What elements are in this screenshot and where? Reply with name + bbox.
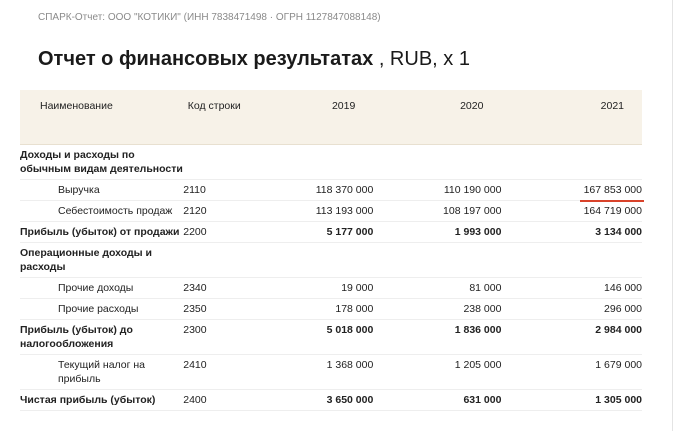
table-row-revenue: Выручка 2110 118 370 000 110 190 000 167… bbox=[20, 179, 645, 202]
row-code: 2400 bbox=[183, 389, 246, 411]
row-code bbox=[183, 144, 246, 180]
table-row-other-expenses: Прочие расходы 2350 178 000 238 000 296 … bbox=[20, 298, 642, 320]
report-title: Отчет о финансовых результатах , RUB, x … bbox=[38, 48, 470, 71]
row-2020: 81 000 bbox=[373, 277, 502, 299]
row-2019: 3 650 000 bbox=[245, 389, 374, 411]
column-header-2019: 2019 bbox=[245, 90, 374, 145]
row-code: 2110 bbox=[183, 179, 246, 201]
row-code: 2340 bbox=[183, 277, 246, 299]
row-code: 2350 bbox=[183, 298, 246, 320]
financial-results-table: Наименование Код строки 2019 2020 2021 Д… bbox=[20, 90, 645, 411]
report-page: СПАРК-Отчет: ООО "КОТИКИ" (ИНН 783847149… bbox=[0, 0, 673, 431]
row-2021: 3 134 000 bbox=[501, 221, 642, 243]
column-header-2021: 2021 bbox=[501, 90, 642, 145]
table-row-net-profit: Чистая прибыль (убыток) 2400 3 650 000 6… bbox=[20, 389, 642, 411]
row-2019: 1 368 000 bbox=[245, 354, 374, 390]
column-header-name: Наименование bbox=[20, 90, 184, 145]
row-2021: 146 000 bbox=[501, 277, 642, 299]
column-header-code: Код строки bbox=[183, 90, 246, 145]
row-2020: 110 190 000 bbox=[373, 179, 502, 201]
row-2021 bbox=[501, 242, 642, 278]
table-row-current-tax: Текущий налог на прибыль 2410 1 368 000 … bbox=[20, 354, 642, 390]
row-2020: 631 000 bbox=[373, 389, 502, 411]
row-code bbox=[183, 242, 246, 278]
table-row-operating-items: Операционные доходы и расходы bbox=[20, 242, 642, 278]
row-2021: 1 679 000 bbox=[501, 354, 642, 390]
row-2021: 1 305 000 bbox=[501, 389, 642, 411]
row-2019: 113 193 000 bbox=[245, 200, 374, 222]
row-name: Текущий налог на прибыль bbox=[20, 354, 184, 390]
report-title-suffix: , RUB, x 1 bbox=[373, 48, 470, 70]
row-name: Выручка bbox=[20, 179, 184, 201]
column-header-2020: 2020 bbox=[373, 90, 502, 145]
table-row-cost-of-sales: Себестоимость продаж 2120 113 193 000 10… bbox=[20, 200, 642, 222]
row-2021: 296 000 bbox=[501, 298, 642, 320]
highlighted-revenue-2021: 167 853 000 bbox=[579, 184, 645, 202]
report-breadcrumb: СПАРК-Отчет: ООО "КОТИКИ" (ИНН 783847149… bbox=[38, 12, 381, 23]
row-2021: 167 853 000 bbox=[501, 179, 645, 202]
row-2020: 1 205 000 bbox=[373, 354, 502, 390]
row-2020 bbox=[373, 144, 502, 180]
row-code: 2410 bbox=[183, 354, 246, 390]
table-row-profit-before-tax: Прибыль (убыток) до налогообложения 2300… bbox=[20, 319, 642, 355]
table-header-row: Наименование Код строки 2019 2020 2021 bbox=[20, 90, 642, 145]
row-code: 2300 bbox=[183, 319, 246, 355]
row-name: Себестоимость продаж bbox=[20, 200, 184, 222]
row-2021: 2 984 000 bbox=[501, 319, 642, 355]
row-name: Прибыль (убыток) до налогообложения bbox=[20, 319, 184, 355]
row-2019: 5 177 000 bbox=[245, 221, 374, 243]
row-name: Прочие доходы bbox=[20, 277, 184, 299]
row-name: Операционные доходы и расходы bbox=[20, 242, 184, 278]
row-name: Прибыль (убыток) от продажи bbox=[20, 221, 184, 243]
row-2020: 1 836 000 bbox=[373, 319, 502, 355]
row-2019: 5 018 000 bbox=[245, 319, 374, 355]
row-name: Доходы и расходы по обычным видам деятел… bbox=[20, 144, 184, 180]
row-2020: 238 000 bbox=[373, 298, 502, 320]
table-row-ordinary-activities: Доходы и расходы по обычным видам деятел… bbox=[20, 144, 642, 180]
table-row-sales-profit: Прибыль (убыток) от продажи 2200 5 177 0… bbox=[20, 221, 642, 243]
report-title-main: Отчет о финансовых результатах bbox=[38, 48, 374, 70]
row-2020: 108 197 000 bbox=[373, 200, 502, 222]
row-2019: 178 000 bbox=[245, 298, 374, 320]
row-name: Прочие расходы bbox=[20, 298, 184, 320]
table-row-other-income: Прочие доходы 2340 19 000 81 000 146 000 bbox=[20, 277, 642, 299]
row-2021: 164 719 000 bbox=[501, 200, 642, 222]
row-code: 2200 bbox=[183, 221, 246, 243]
row-2019 bbox=[245, 144, 374, 180]
row-2021 bbox=[501, 144, 642, 180]
row-2020: 1 993 000 bbox=[373, 221, 502, 243]
row-2020 bbox=[373, 242, 502, 278]
row-name: Чистая прибыль (убыток) bbox=[20, 389, 184, 411]
row-2019 bbox=[245, 242, 374, 278]
row-code: 2120 bbox=[183, 200, 246, 222]
row-2019: 118 370 000 bbox=[245, 179, 374, 201]
row-2019: 19 000 bbox=[245, 277, 374, 299]
